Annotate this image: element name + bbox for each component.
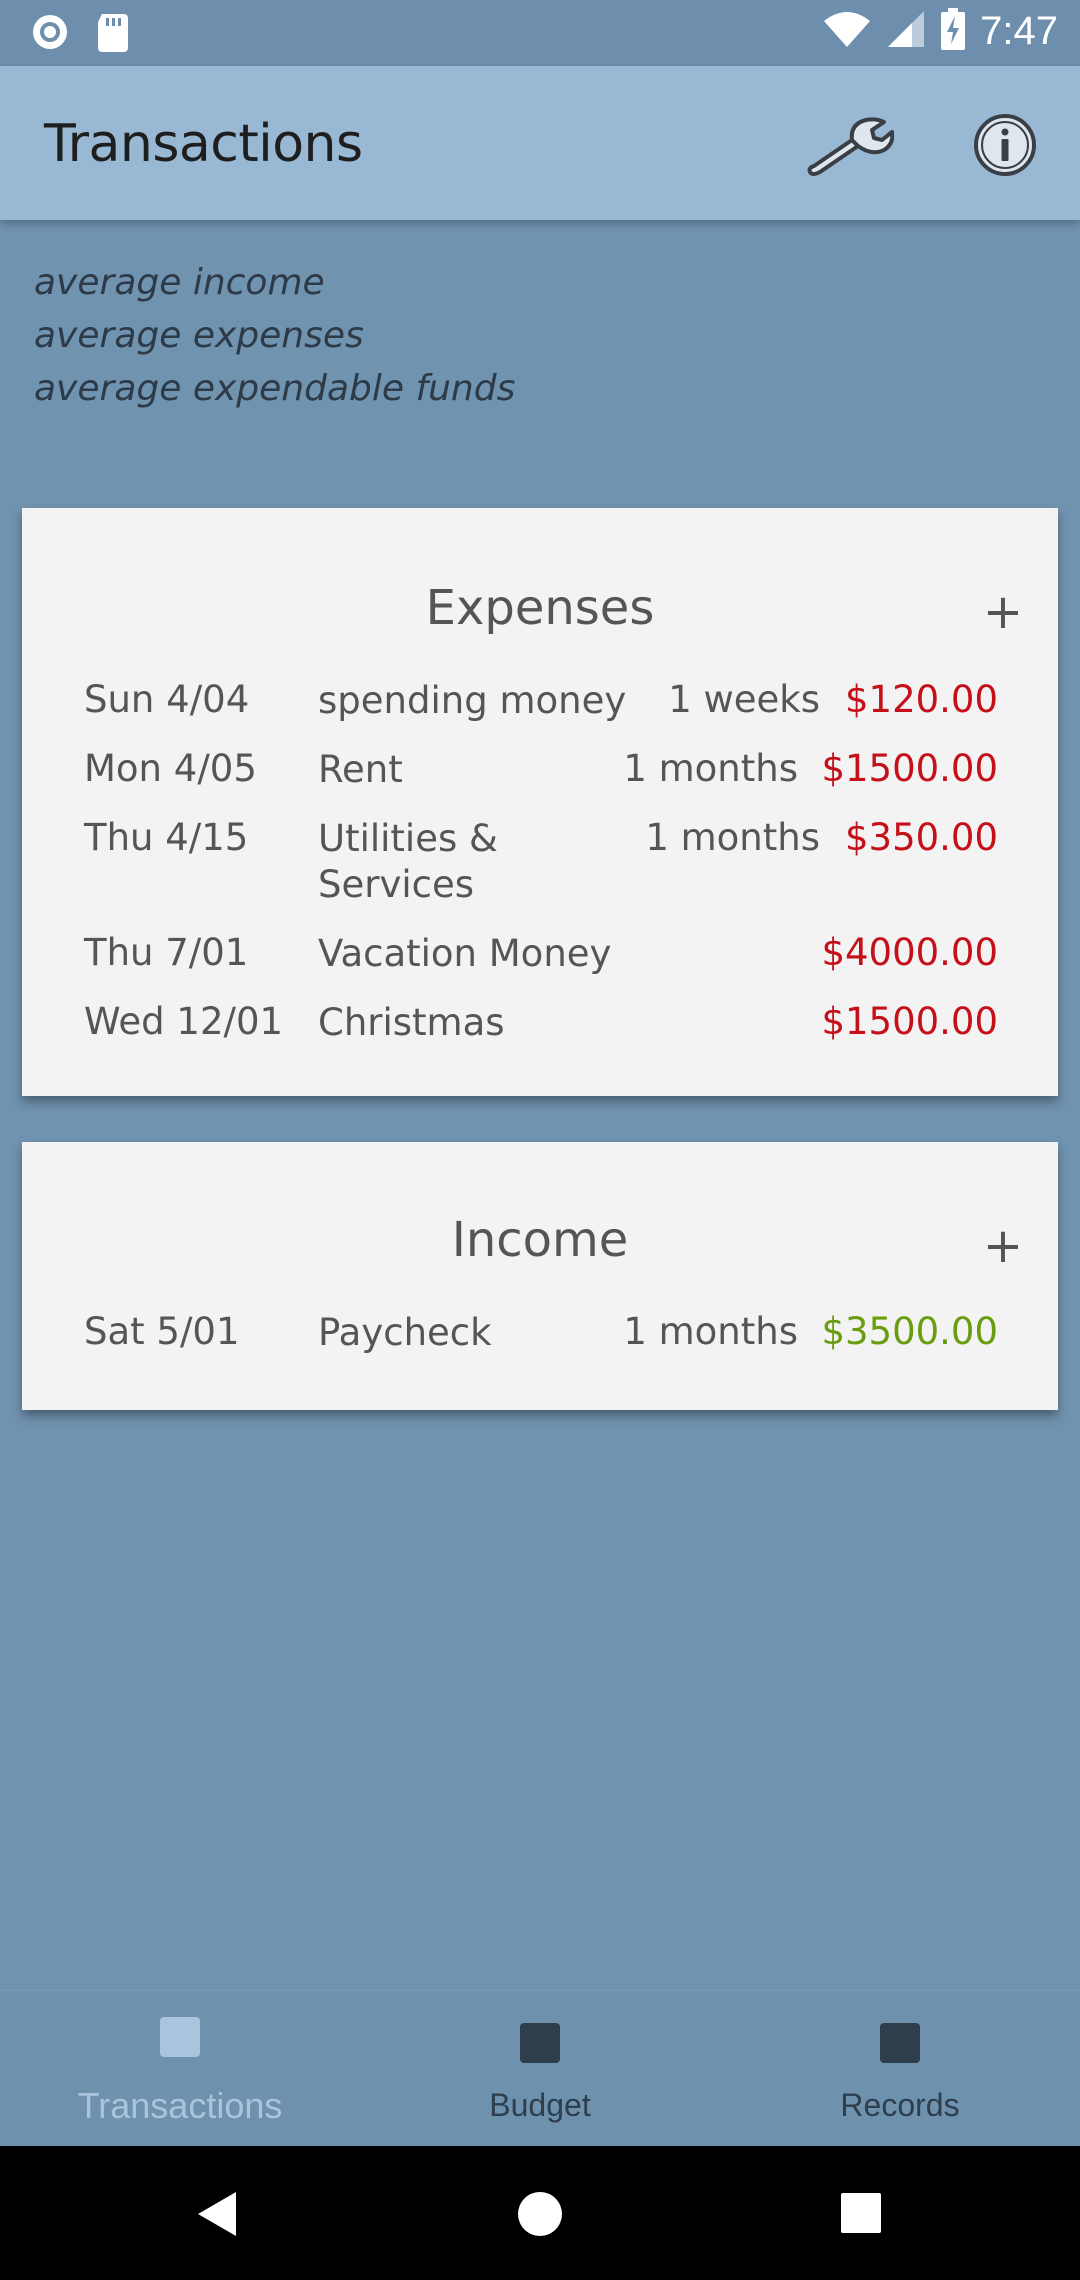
expense-date: Wed 12/01 <box>84 1000 284 1043</box>
nav-label-transactions: Transactions <box>77 2085 283 2126</box>
square-icon <box>160 2017 200 2057</box>
home-icon[interactable] <box>516 2190 564 2243</box>
expense-date: Mon 4/05 <box>84 747 257 790</box>
square-icon <box>520 2023 560 2063</box>
system-navigation-bar <box>0 2146 1080 2280</box>
info-icon <box>970 114 1040 184</box>
status-bar: 7:47 <box>0 0 1080 66</box>
expense-name: Rent <box>318 748 403 791</box>
square-icon <box>880 2023 920 2063</box>
sd-card-icon <box>96 12 130 57</box>
nav-label-budget: Budget <box>489 2087 591 2123</box>
income-amount: $3500.00 <box>821 1310 998 1353</box>
expense-frequency: 1 weeks <box>668 678 820 721</box>
expenses-title: Expenses <box>425 580 655 636</box>
circle-notification-icon <box>30 12 70 57</box>
expense-name-line: Utilities & <box>318 817 498 860</box>
app-bar: Transactions <box>0 66 1080 220</box>
expense-name-line: Services <box>318 863 475 906</box>
expense-amount: $120.00 <box>844 678 998 721</box>
income-date: Sat 5/01 <box>84 1310 240 1353</box>
average-income-label: average income <box>34 262 325 303</box>
expense-name: spending money <box>318 679 627 722</box>
settings-button[interactable] <box>806 110 895 180</box>
expense-frequency: 1 months <box>623 747 798 790</box>
expense-amount: $4000.00 <box>821 931 998 974</box>
nav-item-budget[interactable]: Budget <box>360 1991 720 2147</box>
bottom-navigation: Transactions Budget Records <box>0 1990 1080 2147</box>
add-expense-button[interactable]: + <box>978 584 1028 640</box>
status-time: 7:47 <box>980 9 1058 53</box>
expense-date: Thu 4/15 <box>84 816 249 859</box>
average-expenses-label: average expenses <box>34 315 364 356</box>
expense-amount: $1500.00 <box>821 747 998 790</box>
expense-amount: $1500.00 <box>821 1000 998 1043</box>
signal-icon <box>886 9 926 54</box>
income-frequency: 1 months <box>623 1310 798 1353</box>
expense-date: Sun 4/04 <box>84 678 250 721</box>
info-button[interactable] <box>970 110 1040 180</box>
expense-name: Vacation Money <box>318 932 612 975</box>
nav-label-records: Records <box>840 2087 960 2123</box>
nav-item-transactions[interactable]: Transactions <box>0 1991 360 2147</box>
average-expendable-funds-label: average expendable funds <box>34 368 516 409</box>
expense-name: Christmas <box>318 1001 505 1044</box>
income-title: Income <box>451 1212 629 1268</box>
wifi-icon <box>822 9 872 54</box>
wrench-icon <box>806 117 895 184</box>
expense-date: Thu 7/01 <box>84 931 249 974</box>
averages-summary: average income average expenses average … <box>34 256 515 415</box>
page-title: Transactions <box>44 114 363 174</box>
expense-amount: $350.00 <box>844 816 998 859</box>
expenses-card: Expenses + Sun 4/04 spending money 1 wee… <box>22 508 1058 1096</box>
battery-charging-icon <box>940 8 966 55</box>
back-icon[interactable] <box>196 2190 240 2243</box>
expense-frequency: 1 months <box>645 816 820 859</box>
add-income-button[interactable]: + <box>978 1218 1028 1274</box>
income-name: Paycheck <box>318 1311 492 1354</box>
nav-item-records[interactable]: Records <box>720 1991 1080 2147</box>
expense-name: Utilities & Services <box>318 816 498 908</box>
recents-icon[interactable] <box>840 2192 882 2239</box>
income-card: Income + Sat 5/01 Paycheck 1 months $350… <box>22 1142 1058 1410</box>
